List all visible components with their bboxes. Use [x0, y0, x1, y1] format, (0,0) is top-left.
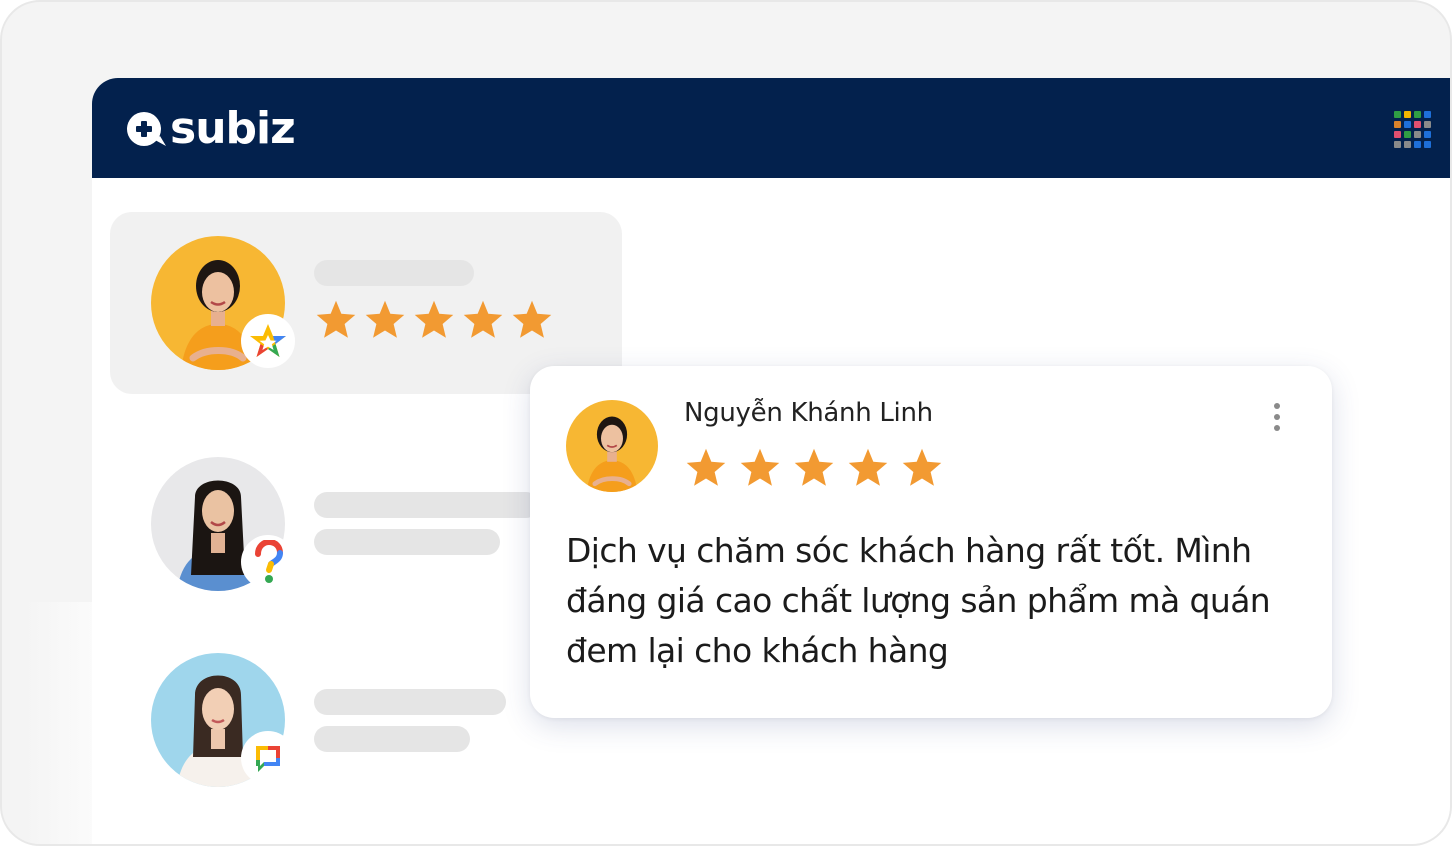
review-snippet-placeholder [314, 726, 470, 752]
review-snippet-placeholder [314, 529, 500, 555]
review-detail-card: Nguyễn Khánh Linh Dịch vụ chăm sóc khách… [530, 366, 1332, 718]
star-icon [794, 448, 834, 486]
google-question-icon [241, 535, 295, 589]
star-icon [848, 448, 888, 486]
more-vertical-icon[interactable] [1270, 402, 1284, 432]
star-icon [902, 448, 942, 486]
star-icon [463, 300, 503, 338]
google-star-icon [241, 314, 295, 368]
review-text: Dịch vụ chăm sóc khách hàng rất tốt. Mìn… [566, 531, 1271, 670]
star-icon [686, 448, 726, 486]
reviewer-name-placeholder [314, 492, 539, 518]
reviewer-name-placeholder [314, 260, 474, 286]
subiz-logo-icon [127, 112, 166, 146]
google-chat-icon [241, 731, 295, 785]
reviewer-name-placeholder [314, 689, 506, 715]
star-icon [316, 300, 356, 338]
brand-name: subiz [170, 103, 296, 154]
top-bar: subiz [92, 78, 1450, 178]
star-icon [365, 300, 405, 338]
list-item-rating [314, 298, 554, 342]
star-icon [740, 448, 780, 486]
frame-fade [24, 602, 94, 844]
brand-logo[interactable]: subiz [122, 103, 296, 154]
star-icon [414, 300, 454, 338]
star-icon [512, 300, 552, 338]
review-rating [684, 446, 944, 490]
reviewer-name: Nguyễn Khánh Linh [684, 398, 933, 428]
apps-grid-icon[interactable] [1394, 111, 1431, 148]
reviewer-avatar [566, 400, 658, 492]
